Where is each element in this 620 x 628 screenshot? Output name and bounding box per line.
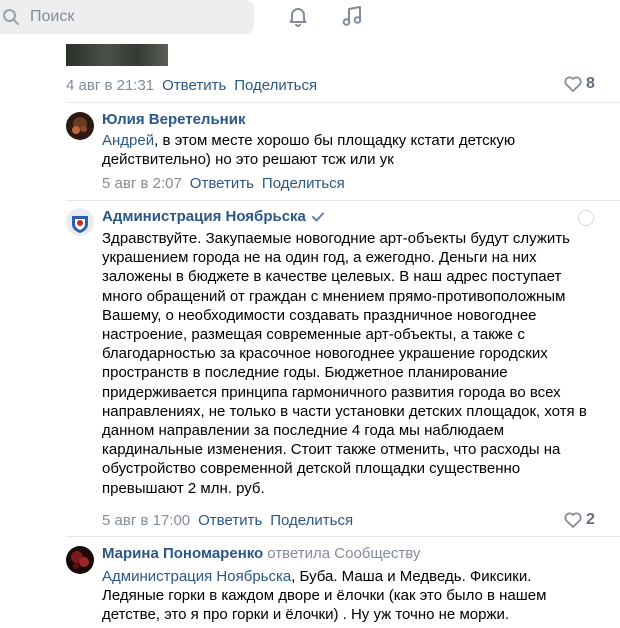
search-input[interactable]: [30, 0, 240, 34]
bell-icon[interactable]: [286, 4, 310, 28]
text-line: благодарностью за красочное новогоднее у…: [102, 345, 548, 363]
text-line: заложены в бюджете в качестве целевых. В…: [102, 268, 562, 286]
text-line: кардинальные изменения. Стоит также отме…: [102, 441, 561, 459]
reply-button[interactable]: Ответить: [162, 77, 226, 94]
comment-meta: 4 авг в 21:31 Ответить Поделиться: [66, 75, 325, 95]
more-options-icon[interactable]: [578, 210, 594, 226]
reply-button[interactable]: Ответить: [190, 175, 254, 192]
verified-icon: [311, 212, 324, 221]
text-line: пространств в последние годы. Бюджетное …: [102, 364, 508, 382]
text-line: , Буба. Маша и Медведь. Фиксики.: [291, 568, 532, 585]
like-count: 8: [586, 75, 595, 92]
comment-meta: 5 авг в 17:00 Ответить Поделиться: [102, 510, 361, 530]
text-line: Здравствуйте. Закупаемые новогодние арт-…: [102, 230, 570, 247]
search-box[interactable]: [0, 0, 254, 34]
comment-date[interactable]: 5 авг в 2:07: [102, 175, 182, 192]
avatar[interactable]: [66, 112, 94, 140]
replied-to-label[interactable]: ответила Сообществу: [267, 545, 420, 562]
divider: [66, 200, 620, 201]
mention-link[interactable]: Администрация Ноябрьска: [102, 568, 291, 585]
heart-icon: [564, 76, 582, 92]
music-icon[interactable]: [340, 4, 364, 28]
share-button[interactable]: Поделиться: [270, 512, 353, 529]
comment-author[interactable]: Юлия Веретельник: [102, 111, 245, 128]
text-line: настроение, размещая современные арт-объ…: [102, 326, 525, 344]
reply-button[interactable]: Ответить: [198, 512, 262, 529]
attached-photo[interactable]: [66, 44, 168, 66]
text-line: превышают 2 млн. руб.: [102, 479, 265, 497]
like-button[interactable]: 8: [564, 73, 595, 95]
divider: [66, 536, 620, 537]
comment-date[interactable]: 5 авг в 17:00: [102, 512, 190, 529]
comment-text: Администрация Ноябрьска, Буба. Маша и Ме…: [102, 567, 612, 625]
avatar[interactable]: [66, 208, 94, 236]
top-bar: [0, 0, 620, 38]
author-name[interactable]: Марина Пономаренко: [102, 545, 263, 562]
text-line: украшением города не на один год, а ежег…: [102, 249, 537, 267]
like-count: 2: [586, 511, 595, 528]
comment-text: Андрей, в этом месте хорошо бы площадку …: [102, 131, 602, 169]
like-button[interactable]: 2: [564, 509, 595, 531]
text-line: обустройство современной детской площадк…: [102, 460, 521, 478]
text-line: направлениях, не только в части установк…: [102, 402, 587, 420]
search-icon: [3, 9, 19, 25]
mention-link[interactable]: Андрей: [102, 132, 154, 149]
text-line: детстве, это я про горки и ёлочки) . Ну …: [102, 606, 510, 624]
text-line: данном направлении за последние 4 года м…: [102, 422, 505, 440]
share-button[interactable]: Поделиться: [262, 175, 345, 192]
share-button[interactable]: Поделиться: [234, 77, 317, 94]
heart-icon: [564, 512, 582, 528]
author-name[interactable]: Юлия Веретельник: [102, 111, 245, 128]
divider: [66, 102, 620, 103]
comment-text: Здравствуйте. Закупаемые новогодние арт-…: [102, 229, 602, 498]
avatar[interactable]: [66, 546, 94, 574]
text-line: действительно) но это решают тсж или ук: [102, 151, 394, 169]
comment-author[interactable]: Администрация Ноябрьска: [102, 208, 324, 225]
text-line: придерживается принципа гармоничного раз…: [102, 383, 561, 401]
comment-author[interactable]: Марина Пономаренко ответила Сообществу: [102, 545, 420, 562]
author-name[interactable]: Администрация Ноябрьска: [102, 208, 306, 225]
text-line: Вашему, о необходимости создавать праздн…: [102, 306, 537, 324]
text-line: Ледяные горки в каждом дворе и ёлочки (к…: [102, 587, 547, 605]
text-line: много обращений от граждан с мнением пря…: [102, 287, 566, 305]
comment-date[interactable]: 4 авг в 21:31: [66, 77, 154, 94]
comment-meta: 5 авг в 2:07 Ответить Поделиться: [102, 173, 353, 193]
text-line: , в этом месте хорошо бы площадку кстати…: [154, 132, 516, 149]
